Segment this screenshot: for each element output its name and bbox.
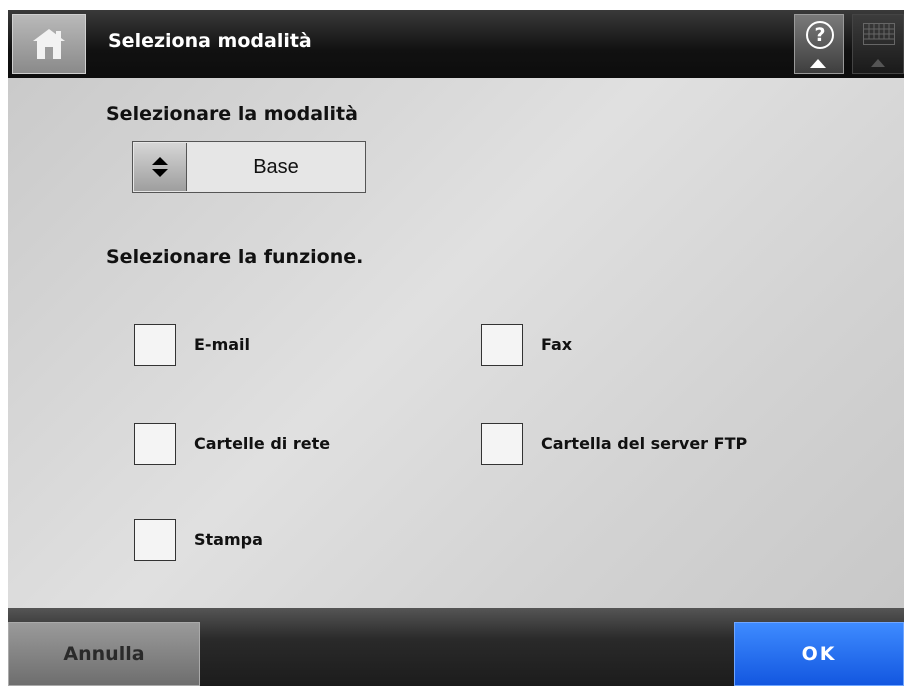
- mode-section-label: Selezionare la modalità: [106, 103, 358, 125]
- app-window: Seleziona modalità ? Selezionare la moda…: [8, 10, 904, 686]
- network-folders-label[interactable]: Cartelle di rete: [194, 434, 330, 453]
- print-label[interactable]: Stampa: [194, 530, 263, 549]
- main-panel: Selezionare la modalità Base Selezionare…: [8, 78, 904, 608]
- home-icon: [33, 29, 65, 59]
- ftp-folder-checkbox[interactable]: [481, 423, 523, 465]
- help-button[interactable]: ?: [794, 14, 844, 74]
- help-icon: ?: [806, 21, 834, 49]
- mode-value: Base: [253, 156, 299, 178]
- ok-button[interactable]: OK: [734, 622, 904, 686]
- print-checkbox[interactable]: [134, 519, 176, 561]
- function-section-label: Selezionare la funzione.: [106, 246, 364, 268]
- email-checkbox[interactable]: [134, 324, 176, 366]
- cancel-button[interactable]: Annulla: [8, 622, 200, 686]
- up-down-arrows-icon: [152, 157, 168, 177]
- mode-selector[interactable]: Base: [132, 141, 366, 193]
- keyboard-button[interactable]: [852, 14, 904, 74]
- keyboard-icon: [863, 23, 895, 45]
- bottom-bar: Annulla OK: [8, 608, 904, 686]
- keyboard-expand-arrow-icon: [871, 59, 885, 67]
- email-label[interactable]: E-mail: [194, 335, 250, 354]
- fax-label[interactable]: Fax: [541, 335, 572, 354]
- fax-checkbox[interactable]: [481, 324, 523, 366]
- network-folders-checkbox[interactable]: [134, 423, 176, 465]
- top-bar: Seleziona modalità ?: [8, 10, 904, 78]
- page-title: Seleziona modalità: [108, 30, 312, 52]
- ftp-folder-label[interactable]: Cartella del server FTP: [541, 434, 747, 453]
- mode-spinner-button[interactable]: [134, 143, 187, 191]
- home-button[interactable]: [12, 14, 86, 74]
- help-expand-arrow-icon: [810, 59, 826, 68]
